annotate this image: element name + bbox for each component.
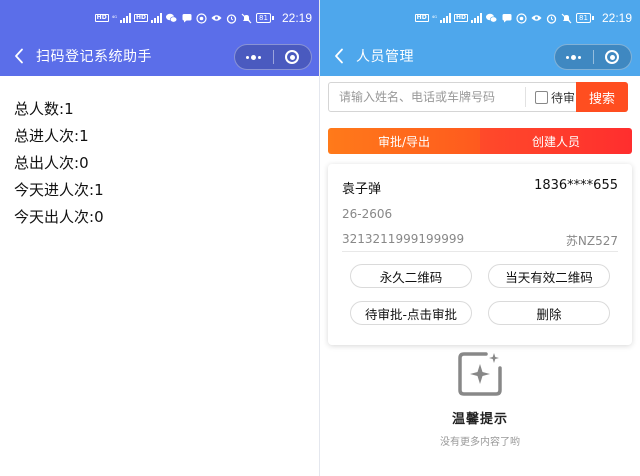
network-indicator: HD ⁴ᴳ HD bbox=[94, 13, 163, 23]
page-title: 扫码登记系统助手 bbox=[36, 49, 152, 65]
back-arrow-icon[interactable] bbox=[324, 36, 354, 76]
stat-total-people: 总人数:1 bbox=[14, 100, 74, 118]
nav-bar: 扫码登记系统助手 bbox=[0, 36, 320, 76]
empty-subtitle: 没有更多内容了哟 bbox=[440, 437, 520, 448]
target-icon bbox=[285, 50, 300, 64]
pending-approval-button[interactable]: 待审批-点击审批 bbox=[350, 301, 472, 325]
person-management-screen: HD ⁴ᴳ HD 81 22:19 人员管理 请输入姓名、电话或车牌号码 待审 … bbox=[320, 0, 640, 476]
person-header-row: 袁子弹 1836****655 bbox=[342, 178, 618, 197]
target-icon bbox=[605, 50, 620, 64]
back-arrow-icon[interactable] bbox=[4, 36, 34, 76]
alarm-icon bbox=[546, 13, 557, 24]
search-box: 待审 搜索 bbox=[328, 82, 628, 112]
hd-badge-2: HD bbox=[134, 14, 149, 22]
stats-header: HD ⁴ᴳ HD 81 22:19 扫码登记系统助手 bbox=[0, 0, 320, 76]
hd-badge: HD bbox=[94, 14, 109, 22]
signal-icon-2 bbox=[471, 13, 483, 23]
more-dots-icon bbox=[246, 54, 262, 60]
wechat-icon bbox=[166, 13, 178, 24]
pending-filter[interactable]: 待审 bbox=[535, 83, 575, 111]
permanent-qr-button[interactable]: 永久二维码 bbox=[350, 264, 472, 288]
search-button[interactable]: 搜索 bbox=[576, 82, 628, 112]
network-indicator: HD ⁴ᴳ HD bbox=[414, 13, 483, 23]
signal-icon bbox=[120, 13, 132, 23]
person-id-row: 3213211999199999 苏NZ527 bbox=[342, 232, 618, 249]
status-bar: HD ⁴ᴳ HD 81 22:19 bbox=[0, 0, 320, 36]
battery-level: 81 bbox=[576, 13, 591, 23]
battery-icon: 81 bbox=[576, 13, 594, 23]
4g-label: ⁴ᴳ bbox=[431, 14, 438, 22]
clock: 22:19 bbox=[281, 11, 312, 25]
clock: 22:19 bbox=[601, 11, 632, 25]
miniprogram-capsule bbox=[234, 44, 312, 70]
battery-icon: 81 bbox=[256, 13, 274, 23]
eye-icon bbox=[531, 13, 542, 24]
pending-checkbox[interactable] bbox=[535, 90, 548, 104]
mute-icon bbox=[241, 13, 252, 24]
chat-icon bbox=[501, 13, 512, 24]
stats-list: 总人数:1 总进人次:1 总出人次:0 今天进人次:1 今天出人次:0 bbox=[0, 76, 320, 231]
more-button[interactable] bbox=[555, 45, 593, 69]
signal-icon-2 bbox=[151, 13, 163, 23]
stat-total-in: 总进人次:1 bbox=[14, 127, 89, 145]
stat-today-in: 今天进人次:1 bbox=[14, 181, 104, 199]
person-name: 袁子弹 bbox=[342, 182, 382, 197]
management-header: HD ⁴ᴳ HD 81 22:19 人员管理 bbox=[320, 0, 640, 76]
stats-screen: HD ⁴ᴳ HD 81 22:19 扫码登记系统助手 总人数:1 总进人次:1 … bbox=[0, 0, 320, 476]
search-bar: 待审 搜索 bbox=[320, 82, 640, 112]
signal-icon bbox=[440, 13, 452, 23]
action-tabs: 审批/导出 创建人员 bbox=[328, 128, 632, 154]
create-person-button[interactable]: 创建人员 bbox=[480, 128, 632, 154]
pending-label: 待审 bbox=[551, 90, 576, 105]
eye-icon bbox=[211, 13, 222, 24]
mute-icon bbox=[561, 13, 572, 24]
person-plate: 苏NZ527 bbox=[565, 234, 618, 248]
battery-level: 81 bbox=[256, 13, 271, 23]
search-input[interactable] bbox=[329, 83, 523, 111]
today-qr-button[interactable]: 当天有效二维码 bbox=[488, 264, 610, 288]
app-icon bbox=[196, 12, 207, 24]
miniprogram-capsule bbox=[554, 44, 632, 70]
hd-badge-2: HD bbox=[454, 14, 469, 22]
delete-button[interactable]: 删除 bbox=[488, 301, 610, 325]
card-divider bbox=[342, 251, 618, 252]
hd-badge: HD bbox=[414, 14, 429, 22]
person-id-number: 3213211999199999 bbox=[342, 232, 465, 246]
more-button[interactable] bbox=[235, 45, 273, 69]
chat-icon bbox=[181, 13, 192, 24]
stat-total-out: 总出人次:0 bbox=[14, 154, 89, 172]
nav-bar: 人员管理 bbox=[320, 36, 640, 76]
person-room: 26-2606 bbox=[342, 207, 393, 221]
status-bar: HD ⁴ᴳ HD 81 22:19 bbox=[320, 0, 640, 36]
app-icon bbox=[516, 12, 527, 24]
person-room-row: 26-2606 bbox=[342, 207, 618, 221]
wechat-icon bbox=[486, 13, 498, 24]
approve-export-button[interactable]: 审批/导出 bbox=[328, 128, 480, 154]
more-dots-icon bbox=[566, 54, 582, 60]
empty-title: 温馨提示 bbox=[451, 412, 508, 427]
alarm-icon bbox=[226, 13, 237, 24]
person-phone: 1836****655 bbox=[534, 178, 618, 193]
stat-today-out: 今天出人次:0 bbox=[14, 208, 104, 226]
close-miniprogram-button[interactable] bbox=[274, 45, 312, 69]
empty-image-icon bbox=[456, 350, 504, 398]
empty-state: 温馨提示 没有更多内容了哟 bbox=[320, 350, 640, 448]
page-title: 人员管理 bbox=[356, 49, 414, 65]
person-card: 袁子弹 1836****655 26-2606 3213211999199999… bbox=[328, 164, 632, 345]
4g-label: ⁴ᴳ bbox=[111, 14, 118, 22]
close-miniprogram-button[interactable] bbox=[594, 45, 632, 69]
